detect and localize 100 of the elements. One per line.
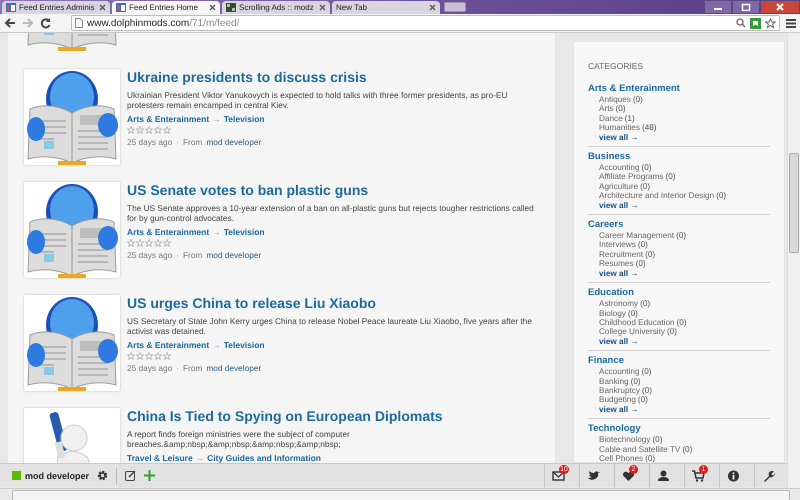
subcategory-link[interactable]: Accounting xyxy=(599,367,640,377)
close-button[interactable] xyxy=(760,0,800,14)
edit-icon[interactable] xyxy=(125,470,136,481)
user-icon[interactable] xyxy=(656,470,670,482)
browser-tab[interactable]: Feed Entries Home xyxy=(112,1,220,14)
item-count: (0) xyxy=(640,182,650,192)
category-heading-link[interactable]: Arts & Enterainment xyxy=(588,83,770,95)
subcategory-link[interactable]: Accounting xyxy=(599,163,640,172)
subcategory-link[interactable]: Antiques xyxy=(599,95,631,104)
view-all-link[interactable]: view all → xyxy=(588,404,770,414)
arrow-separator: → xyxy=(212,114,221,125)
bird-icon[interactable] xyxy=(586,470,600,482)
subcategory-link[interactable]: Arts xyxy=(599,104,614,114)
info-icon[interactable] xyxy=(726,470,740,482)
post-age: 25 days ago xyxy=(127,363,172,373)
subcategory-link[interactable]: Cell Phones xyxy=(599,454,644,462)
minimize-button[interactable] xyxy=(704,0,732,14)
item-count: (0) xyxy=(676,231,686,240)
category-heading-link[interactable]: Careers xyxy=(588,219,770,232)
horizontal-scrollbar[interactable] xyxy=(0,488,800,500)
article-title-link[interactable]: US Senate votes to ban plastic guns xyxy=(127,182,537,199)
zoom-icon[interactable] xyxy=(736,18,746,28)
subcategory-link[interactable]: Resumes xyxy=(599,259,634,269)
browser-tab[interactable]: New Tab xyxy=(332,1,440,14)
close-icon[interactable] xyxy=(319,4,326,11)
meta-separator: · xyxy=(176,363,179,373)
site-favicon-icon xyxy=(116,3,126,12)
author-link[interactable]: mod developer xyxy=(206,363,262,373)
close-icon[interactable] xyxy=(99,4,106,11)
subcategory-link[interactable]: Recruitment xyxy=(599,250,644,260)
grid-favicon-icon xyxy=(226,3,236,12)
newspaper-reader-image[interactable] xyxy=(24,69,120,165)
user-name[interactable]: mod developer xyxy=(25,470,90,480)
view-all-link[interactable]: view all → xyxy=(588,268,770,278)
category-heading-link[interactable]: Education xyxy=(588,287,770,300)
item-count: (0) xyxy=(642,367,652,377)
category-link[interactable]: Arts & Enterainment xyxy=(127,340,210,351)
wrench-icon[interactable] xyxy=(762,470,774,482)
subcategory-link[interactable]: Career Management xyxy=(599,231,674,240)
browser-tab[interactable]: Scrolling Ads :: modz xyxy=(222,1,330,14)
subcategory-link[interactable]: Interviews xyxy=(599,240,636,250)
extension-icon[interactable] xyxy=(750,18,761,28)
subcategory-link[interactable]: Biology xyxy=(599,308,626,318)
back-arrow-icon[interactable] xyxy=(4,18,16,28)
article-title-link[interactable]: China Is Tied to Spying on European Diplomats xyxy=(127,408,537,425)
subcategory-link[interactable]: Television xyxy=(224,227,265,238)
address-bar[interactable]: www.dolphinmods.com/71/m/feed/ xyxy=(71,15,780,31)
subcategory-link[interactable]: Biotechnology xyxy=(599,435,650,445)
category-link[interactable]: Arts & Enterainment xyxy=(127,227,210,238)
category-heading-link[interactable]: Technology xyxy=(588,423,770,436)
author-link[interactable]: mod developer xyxy=(206,250,262,260)
category-heading-link[interactable]: Business xyxy=(588,151,770,164)
star-rating[interactable] xyxy=(127,126,171,134)
reload-icon[interactable] xyxy=(40,18,51,28)
article-title-link[interactable]: US urges China to release Liu Xiaobo xyxy=(127,295,537,312)
subcategory-link[interactable]: Cable and Satellite TV xyxy=(599,444,680,454)
star-rating[interactable] xyxy=(127,239,171,247)
close-icon[interactable] xyxy=(209,4,216,11)
cart-icon[interactable] xyxy=(692,470,704,482)
subcategory-link[interactable]: Banking xyxy=(599,376,629,386)
category-link[interactable]: Arts & Enterainment xyxy=(127,114,210,125)
star-rating[interactable] xyxy=(127,352,171,360)
subcategory-link[interactable]: Dance xyxy=(599,114,623,124)
maximize-button[interactable] xyxy=(732,0,760,14)
newspaper-reader-image[interactable] xyxy=(24,295,120,391)
view-all-link[interactable]: view all → xyxy=(588,336,770,346)
view-all-link[interactable]: view all → xyxy=(588,200,770,210)
article-title-link[interactable]: Ukraine presidents to discuss crisis xyxy=(127,69,537,86)
subcategory-link[interactable]: College University xyxy=(599,327,665,337)
close-icon[interactable] xyxy=(429,4,436,11)
subcategory-link[interactable]: Television xyxy=(224,114,265,125)
item-count: (0) xyxy=(632,95,643,104)
subcategory-link[interactable]: Architecture and Interior Design xyxy=(599,191,714,201)
item-count: (0) xyxy=(682,444,692,454)
mail-icon[interactable] xyxy=(552,470,564,482)
subcategory-link[interactable]: Humanities xyxy=(599,123,640,133)
add-icon[interactable] xyxy=(144,470,156,481)
vertical-scrollbar[interactable] xyxy=(787,33,800,488)
subcategory-link[interactable]: Bankruptcy xyxy=(599,386,640,396)
view-all-link[interactable]: view all → xyxy=(588,132,770,142)
subcategory-link[interactable]: Astronomy xyxy=(599,299,638,308)
category-heading-link[interactable]: Finance xyxy=(588,355,770,368)
subcategory-link[interactable]: City Guides and Information xyxy=(207,453,321,463)
settings-icon[interactable] xyxy=(97,470,108,481)
subcategory-link[interactable]: Television xyxy=(224,340,265,351)
author-link[interactable]: mod developer xyxy=(206,137,262,147)
subcategory-link[interactable]: Childhood Education xyxy=(599,318,675,328)
subcategory-link[interactable]: Agriculture xyxy=(599,182,638,192)
maximize-icon[interactable] xyxy=(741,3,751,11)
star-icon[interactable] xyxy=(765,18,776,28)
item-count: (0) xyxy=(652,435,662,445)
browser-tab[interactable]: Feed Entries Adminis xyxy=(2,1,110,14)
subcategory-link[interactable]: Affiliate Programs xyxy=(599,172,664,182)
item-count: (0) xyxy=(665,172,676,182)
newspaper-reader-image[interactable] xyxy=(24,182,120,278)
menu-icon[interactable] xyxy=(786,18,796,28)
item-count: (0) xyxy=(640,299,650,308)
arrow-separator: → xyxy=(196,453,204,463)
subcategory-link[interactable]: Budgeting xyxy=(599,395,636,405)
category-link[interactable]: Travel & Leisure xyxy=(127,453,193,463)
